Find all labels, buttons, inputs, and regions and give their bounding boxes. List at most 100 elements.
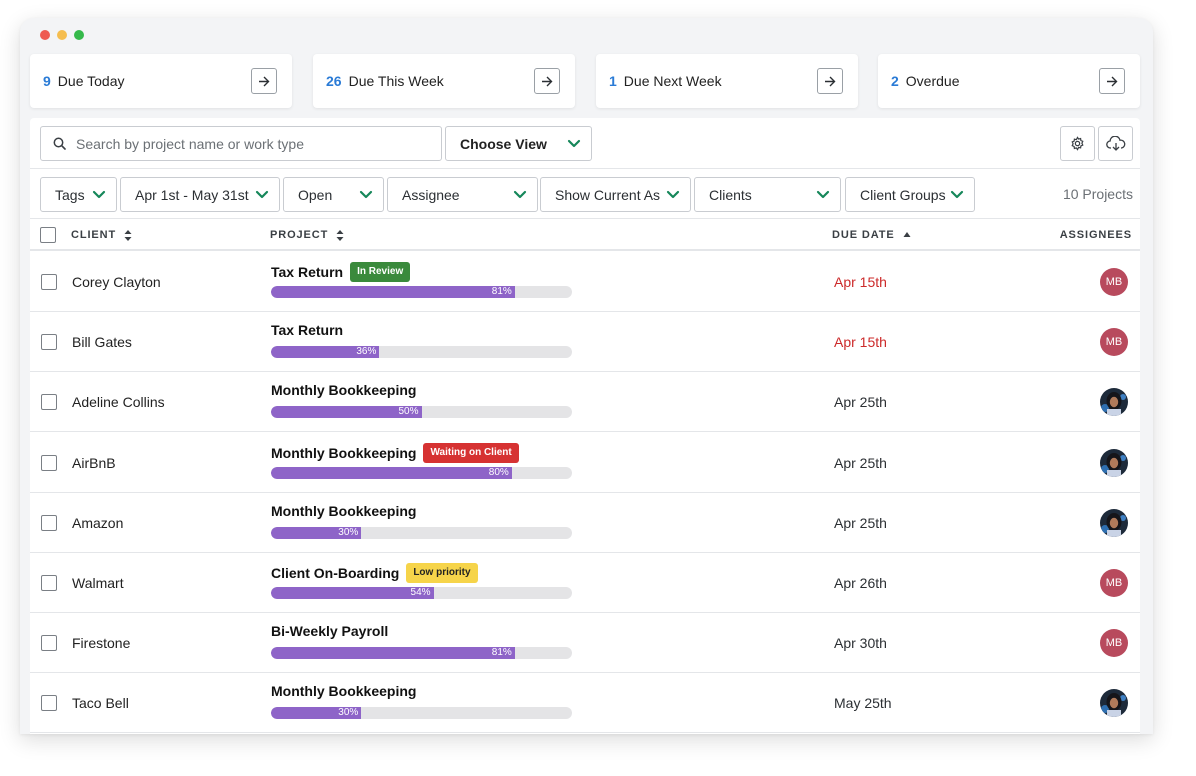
progress-fill: 30%	[271, 707, 362, 720]
table-header: CLIENT PROJECT DUE DATE ASSIGNEES	[30, 219, 1140, 251]
table-row[interactable]: Walmart Client On-Boarding Low priority 54%…	[30, 553, 1140, 613]
table-row[interactable]: Corey Clayton Tax Return In Review 81% Apr 1…	[30, 252, 1140, 312]
projects-count: 10 Projects	[1062, 186, 1133, 202]
table-row[interactable]: Bill Gates Tax Return 36% Apr 15th MB	[30, 312, 1140, 373]
summary-card[interactable]: 1 Due Next Week	[596, 54, 858, 108]
filter-dropdown[interactable]: Apr 1st - May 31st	[120, 177, 280, 212]
due-date-header-label: DUE DATE	[832, 229, 895, 241]
table-row[interactable]: Taco Bell Monthly Bookkeeping 30% May 25th	[30, 673, 1140, 734]
client-name[interactable]: Walmart	[72, 575, 124, 591]
status-badge: Low priority	[406, 563, 478, 583]
client-name[interactable]: Adeline Collins	[72, 394, 165, 410]
progress-label: 30%	[338, 707, 359, 719]
search-input[interactable]: Search by project name or work type	[40, 126, 442, 161]
avatar[interactable]: MB	[1100, 569, 1128, 597]
chevron-down-icon	[816, 190, 830, 199]
project-name: Bi-Weekly Payroll	[271, 623, 389, 640]
download-button[interactable]	[1098, 126, 1133, 161]
table-row[interactable]: AirBnB Monthly Bookkeeping Waiting on Clie…	[30, 433, 1140, 493]
project-cell[interactable]: Tax Return	[271, 322, 343, 338]
assignees-header-label: ASSIGNEES	[1059, 229, 1132, 241]
project-column-header[interactable]: PROJECT	[270, 229, 344, 241]
client-name[interactable]: Taco Bell	[72, 695, 129, 711]
avatar[interactable]: MB	[1100, 328, 1128, 357]
close-window-dot[interactable]	[40, 30, 50, 40]
row-checkbox[interactable]	[41, 454, 57, 471]
summary-count: 2	[891, 73, 899, 89]
open-summary-button[interactable]	[1099, 68, 1125, 94]
avatar-photo[interactable]	[1100, 508, 1128, 537]
toolbar-divider	[30, 168, 1140, 169]
row-checkbox[interactable]	[41, 575, 57, 591]
summary-label: Due Next Week	[623, 73, 722, 89]
gear-icon	[1071, 136, 1084, 151]
due-date-column-header[interactable]: DUE DATE	[832, 229, 911, 241]
client-name[interactable]: Amazon	[72, 515, 123, 531]
summary-card[interactable]: 26 Due This Week	[313, 54, 575, 108]
app-window: 9 Due Today 26 Due This Week 1 Due Next Week 2…	[20, 18, 1153, 734]
choose-view-dropdown[interactable]: Choose View	[445, 126, 592, 161]
arrow-right-icon	[542, 76, 553, 86]
table-row[interactable]: Adeline Collins Monthly Bookkeeping 50% Apr…	[30, 372, 1140, 433]
filter-dropdown[interactable]: Client Groups	[845, 177, 975, 212]
project-cell[interactable]: Monthly Bookkeeping	[271, 683, 416, 699]
avatar[interactable]: MB	[1100, 629, 1128, 658]
choose-view-label: Choose View	[460, 135, 547, 152]
row-checkbox[interactable]	[41, 635, 57, 652]
project-cell[interactable]: Tax Return In Review	[271, 262, 411, 282]
filter-label: Show Current As	[555, 186, 661, 203]
due-date: Apr 26th	[834, 575, 887, 591]
maximize-window-dot[interactable]	[74, 30, 84, 40]
client-column-header[interactable]: CLIENT	[71, 229, 132, 241]
table-row[interactable]: Firestone Bi-Weekly Payroll 81% Apr 30th MB	[30, 613, 1140, 674]
avatar[interactable]: MB	[1100, 268, 1128, 296]
avatar-photo[interactable]	[1100, 689, 1128, 718]
search-placeholder: Search by project name or work type	[76, 135, 304, 152]
client-name[interactable]: Corey Clayton	[72, 274, 161, 290]
summary-card[interactable]: 2 Overdue	[878, 54, 1140, 108]
progress-label: 30%	[338, 526, 359, 538]
project-cell[interactable]: Client On-Boarding Low priority	[271, 563, 478, 583]
summary-count: 1	[609, 73, 617, 89]
avatar-photo[interactable]	[1100, 448, 1128, 477]
filter-dropdown[interactable]: Show Current As	[540, 177, 691, 212]
project-cell[interactable]: Monthly Bookkeeping	[271, 503, 416, 519]
row-checkbox[interactable]	[41, 274, 57, 290]
row-checkbox[interactable]	[41, 394, 57, 411]
project-cell[interactable]: Bi-Weekly Payroll	[271, 623, 388, 639]
client-name[interactable]: Firestone	[72, 635, 130, 651]
filter-label: Open	[298, 186, 333, 203]
summary-label: Overdue	[905, 73, 960, 89]
row-checkbox[interactable]	[41, 514, 57, 531]
avatar-photo[interactable]	[1100, 388, 1128, 417]
summary-count: 9	[43, 73, 51, 89]
progress-label: 50%	[398, 406, 419, 418]
client-name[interactable]: Bill Gates	[72, 334, 132, 350]
chevron-down-icon	[513, 190, 527, 199]
select-all-checkbox[interactable]	[40, 227, 56, 243]
open-summary-button[interactable]	[817, 68, 843, 94]
row-checkbox[interactable]	[41, 334, 57, 351]
project-cell[interactable]: Monthly Bookkeeping	[271, 382, 416, 398]
projects-panel: Search by project name or work type Choo…	[30, 118, 1140, 734]
progress-fill: 81%	[271, 286, 515, 298]
assignees-column-header: ASSIGNEES	[1060, 229, 1132, 241]
settings-button[interactable]	[1060, 126, 1095, 161]
progress-fill: 81%	[271, 647, 515, 660]
open-summary-button[interactable]	[251, 68, 277, 94]
client-name[interactable]: AirBnB	[72, 455, 116, 471]
filter-dropdown[interactable]: Assignee	[387, 177, 538, 212]
filter-dropdown[interactable]: Open	[283, 177, 384, 212]
project-cell[interactable]: Monthly Bookkeeping Waiting on Client	[271, 442, 519, 463]
table-row[interactable]: Amazon Monthly Bookkeeping 30% Apr 25th	[30, 493, 1140, 553]
filter-dropdown[interactable]: Clients	[694, 177, 841, 212]
summary-card[interactable]: 9 Due Today	[30, 54, 292, 108]
project-name: Monthly Bookkeeping	[271, 382, 417, 399]
row-checkbox[interactable]	[41, 695, 57, 712]
chevron-down-icon	[92, 190, 106, 199]
progress-fill: 50%	[271, 406, 422, 419]
filter-dropdown[interactable]: Tags	[40, 177, 117, 212]
open-summary-button[interactable]	[534, 68, 560, 94]
chevron-down-icon	[359, 190, 373, 199]
minimize-window-dot[interactable]	[57, 30, 67, 40]
